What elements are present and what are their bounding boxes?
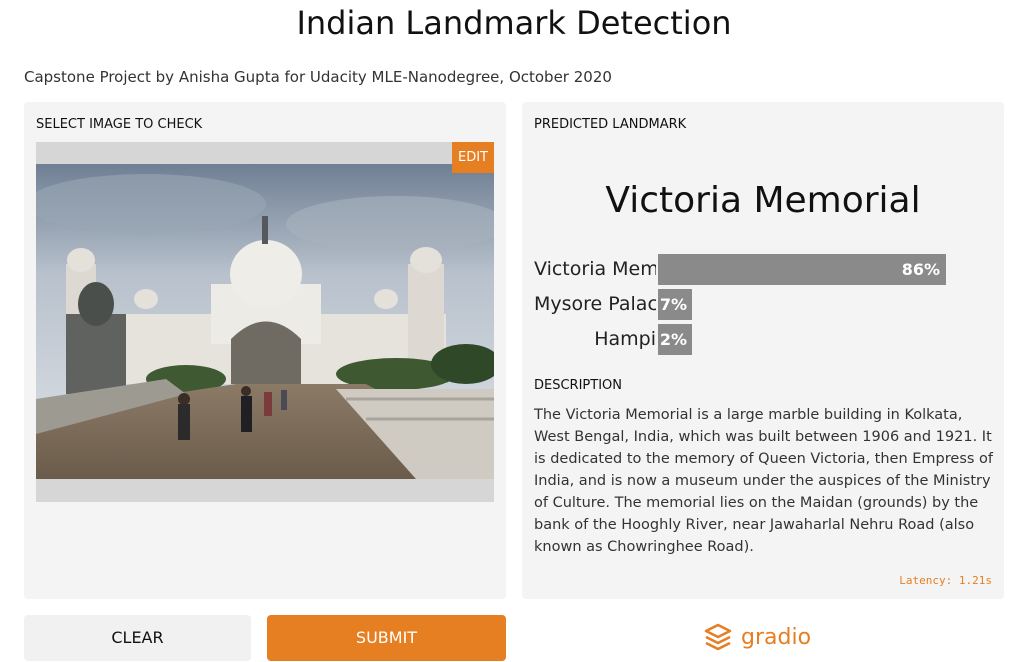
clear-button[interactable]: CLEAR <box>24 615 251 661</box>
page-subtitle: Capstone Project by Anisha Gupta for Uda… <box>24 68 612 86</box>
confidence-row: Victoria Memorial 86% <box>522 254 1004 285</box>
confidence-value: 2% <box>659 330 687 349</box>
confidence-label: Victoria Memorial <box>534 258 656 280</box>
edit-button[interactable]: EDIT <box>452 142 494 173</box>
predicted-label: Victoria Memorial <box>605 180 921 221</box>
submit-button[interactable]: SUBMIT <box>267 615 506 661</box>
latency-text: Latency: 1.21s <box>899 574 992 587</box>
output-panel-label: PREDICTED LANDMARK <box>534 117 687 132</box>
output-panel: PREDICTED LANDMARK Victoria Memorial Vic… <box>522 102 1004 599</box>
confidence-label: Hampi <box>594 328 656 350</box>
description-text: The Victoria Memorial is a large marble … <box>534 407 994 555</box>
input-panel-label: SELECT IMAGE TO CHECK <box>36 117 203 132</box>
confidence-label: Mysore Palace <box>534 293 656 315</box>
confidence-bar: 7% <box>658 289 692 320</box>
confidence-row: Hampi 2% <box>522 324 1004 355</box>
landmark-photo <box>36 164 494 479</box>
confidence-value: 86% <box>901 260 940 279</box>
confidence-bar: 86% <box>658 254 946 285</box>
confidence-value: 7% <box>659 295 687 314</box>
page-title: Indian Landmark Detection <box>296 4 732 42</box>
description-label: DESCRIPTION <box>534 378 622 393</box>
input-panel: SELECT IMAGE TO CHECK EDIT <box>24 102 506 599</box>
confidence-row: Mysore Palace 7% <box>522 289 1004 320</box>
confidence-bar: 2% <box>658 324 692 355</box>
image-upload-area[interactable]: EDIT <box>36 142 494 502</box>
gradio-brand-text: gradio <box>741 624 812 650</box>
gradio-icon <box>704 623 732 651</box>
gradio-logo[interactable]: gradio <box>703 620 811 654</box>
